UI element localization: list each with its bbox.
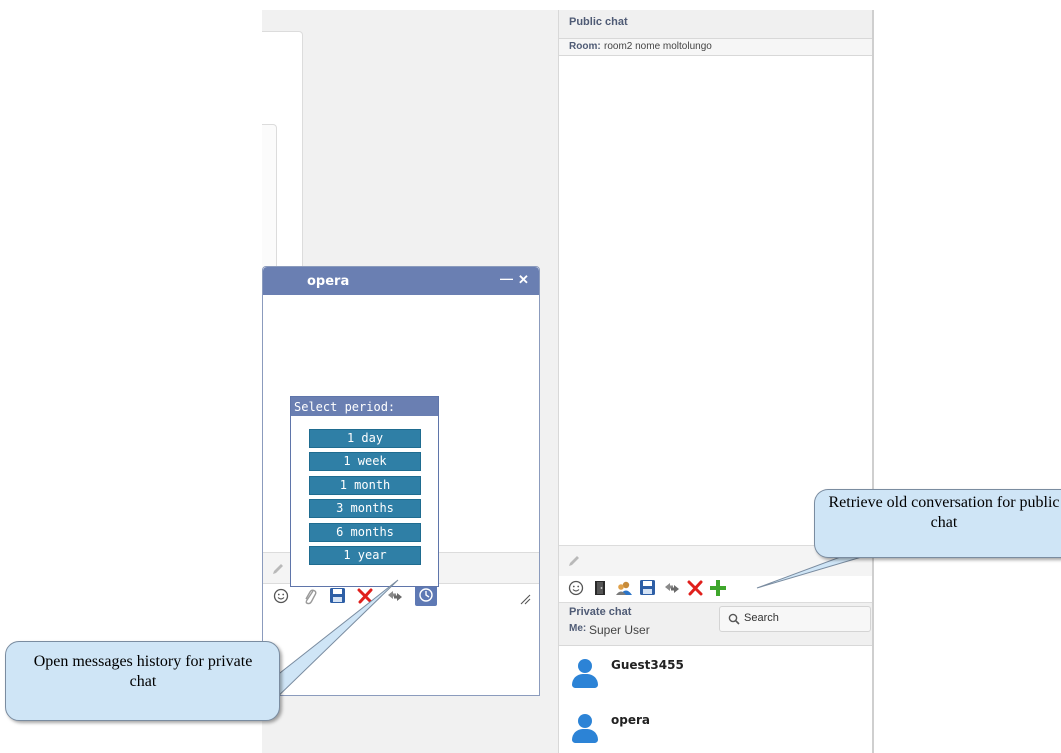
callout-pointer-joint <box>844 553 864 557</box>
public-history-callout: Retrieve old conversation for public cha… <box>814 489 1061 558</box>
private-history-callout: Open messages history for private chat <box>5 641 280 721</box>
public-history-callout-text: Retrieve old conversation for public cha… <box>828 494 1060 531</box>
private-history-callout-text: Open messages history for private chat <box>33 653 253 690</box>
callout-pointer-joint <box>239 716 267 718</box>
